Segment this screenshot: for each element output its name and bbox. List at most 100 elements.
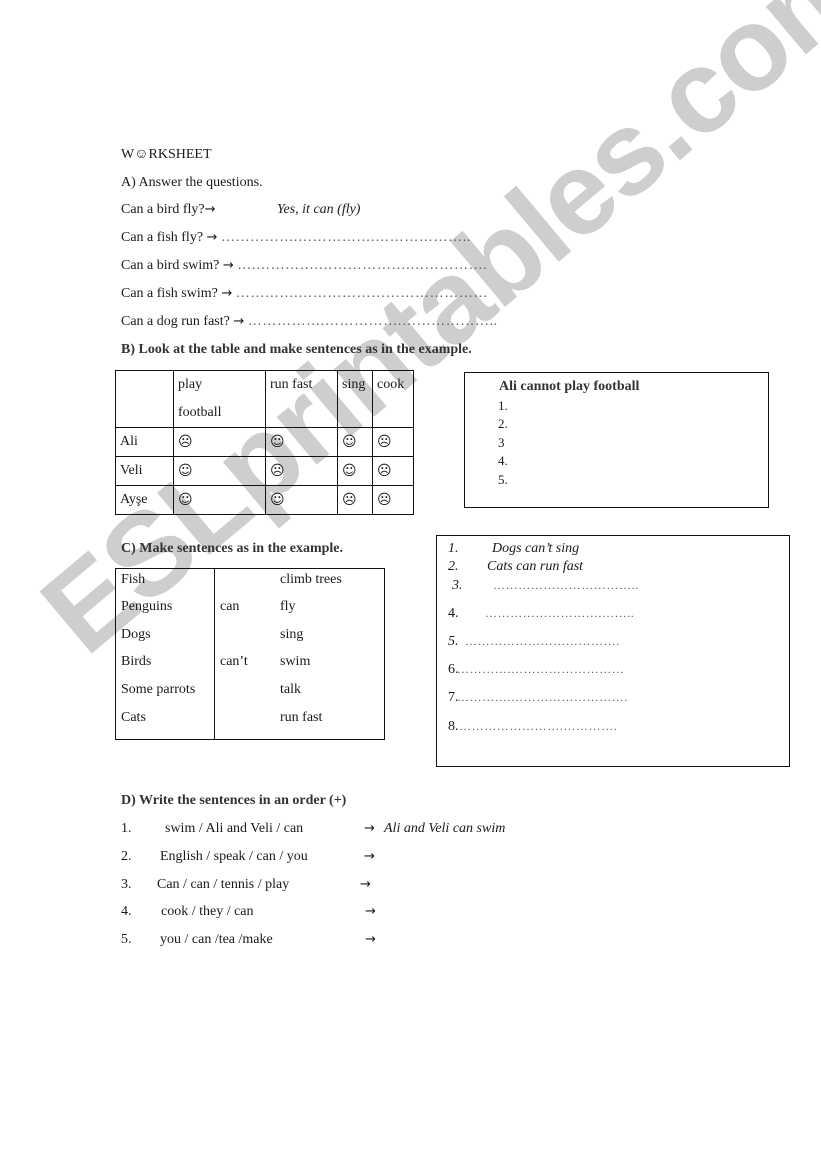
table-row: Veli ☺ ☹ ☺ ☹ — [115, 456, 414, 486]
answer-example: Cats can run fast — [487, 559, 584, 574]
sad-face-icon: ☹ — [372, 427, 414, 457]
section-a-heading: A) Answer the questions. — [121, 175, 263, 190]
table-header-cell — [115, 370, 174, 428]
answer-blank[interactable]: ……………………….…….. — [485, 607, 634, 619]
smiley-face-icon: ☺ — [337, 427, 373, 457]
question-text: Can a dog run fast? — [121, 314, 230, 329]
answer-blank[interactable]: …………………………….. — [493, 579, 639, 591]
example-sentence: Ali cannot play football — [499, 379, 640, 394]
arrow-icon: → — [364, 821, 375, 836]
arrow-icon: → — [365, 932, 376, 947]
subject-cell: Fish — [121, 572, 146, 587]
table-row: Ayşe ☺ ☺ ☹ ☹ — [115, 485, 414, 515]
arrow-icon: → — [360, 877, 371, 892]
table-header-cell: cook — [372, 370, 414, 428]
answer-example: Ali and Veli can swim — [384, 821, 506, 836]
arrow-icon: → — [221, 286, 233, 301]
answer-box-b[interactable]: Ali cannot play football 1. 2. 3 4. 5. — [464, 372, 769, 508]
sad-face-icon: ☹ — [337, 485, 373, 515]
answer-blank[interactable]: ………….……………………… — [457, 663, 624, 675]
answer-number: 2. — [448, 559, 459, 574]
question-row: Can a dog run fast? → …………….…………….………………… — [121, 315, 498, 329]
verb-cell: run fast — [280, 710, 323, 725]
modal-cell: can — [220, 599, 240, 614]
answer-example: Dogs can’t sing — [492, 541, 580, 556]
answer-number: 5. — [448, 634, 459, 649]
answer-field[interactable] — [380, 878, 680, 894]
answer-number: 8. — [448, 719, 459, 734]
question-row: Can a fish fly? → …………….…………….……………….. — [121, 231, 471, 245]
answer-blank[interactable]: …………………….…………. — [459, 720, 617, 732]
table-header-row: play football run fast sing cook — [115, 370, 414, 428]
item-number: 5. — [121, 932, 132, 947]
sentence-builder-table: Fish Penguins Dogs Birds Some parrots Ca… — [115, 568, 385, 740]
smiley-face-icon: ☺ — [173, 485, 266, 515]
verb-cell: sing — [280, 627, 304, 642]
item-number: 1. — [121, 821, 132, 836]
subject-cell: Penguins — [121, 599, 173, 614]
subject-cell: Birds — [121, 654, 152, 669]
header-line: football — [178, 405, 222, 420]
section-c-heading: C) Make sentences as in the example. — [121, 541, 344, 556]
question-text: Can a bird fly? — [121, 202, 205, 217]
subject-cell: Some parrots — [121, 682, 196, 697]
answer-line[interactable]: 4. — [498, 454, 508, 467]
arrow-icon: → — [206, 230, 218, 245]
table-header-cell: sing — [337, 370, 373, 428]
arrow-icon: → — [365, 904, 376, 919]
answer-line[interactable]: 1. — [498, 399, 508, 412]
sad-face-icon: ☹ — [265, 456, 338, 486]
answer-line[interactable]: 2. — [498, 417, 508, 430]
answer-field[interactable] — [384, 850, 684, 866]
arrow-icon: → — [233, 314, 245, 329]
section-b-heading: B) Look at the table and make sentences … — [121, 342, 472, 357]
scrambled-words: cook / they / can — [161, 904, 254, 919]
answer-blank[interactable]: ….………….……………….……………. — [237, 258, 487, 273]
header-line: play — [178, 377, 203, 392]
answer-blank[interactable]: ………….………………………………… — [236, 286, 488, 301]
scrambled-words: English / speak / can / you — [160, 849, 308, 864]
scrambled-words: swim / Ali and Veli / can — [165, 821, 304, 836]
answer-line[interactable]: 5. — [498, 473, 508, 486]
question-row: Can a fish swim? → ………….………………………………… — [121, 287, 488, 301]
smiley-face-icon: ☺ — [265, 485, 338, 515]
worksheet-title: W☺RKSHEET — [121, 147, 212, 162]
answer-field[interactable] — [385, 905, 685, 921]
table-row: Ali ☹ ☺ ☺ ☹ — [115, 427, 414, 457]
sad-face-icon: ☹ — [173, 427, 266, 457]
smiley-face-icon: ☺ — [173, 456, 266, 486]
answer-number: 3. — [452, 578, 463, 593]
answer-blank[interactable]: ………….………………………. — [457, 691, 628, 703]
sad-face-icon: ☹ — [372, 456, 414, 486]
question-row: Can a bird swim? → ….………….……………….……………. — [121, 259, 487, 273]
question-row: Can a bird fly?→ — [121, 203, 216, 217]
row-name: Veli — [115, 456, 174, 486]
table-header-cell: run fast — [265, 370, 338, 428]
answer-field[interactable] — [385, 933, 685, 949]
answer-blank[interactable]: …………….…………….……………….. — [221, 230, 471, 245]
answer-box-c[interactable]: 1. Dogs can’t sing 2. Cats can run fast … — [436, 535, 790, 767]
smiley-face-icon: ☺ — [265, 427, 338, 457]
scrambled-words: Can / can / tennis / play — [157, 877, 290, 892]
answer-blank[interactable]: …………….…………….……………….. — [248, 314, 498, 329]
verb-cell: talk — [280, 682, 301, 697]
row-name: Ali — [115, 427, 174, 457]
item-number: 4. — [121, 904, 132, 919]
row-name: Ayşe — [115, 485, 174, 515]
modal-cell: can’t — [220, 654, 248, 669]
verb-cell: climb trees — [280, 572, 342, 587]
sad-face-icon: ☹ — [372, 485, 414, 515]
item-number: 2. — [121, 849, 132, 864]
question-text: Can a fish fly? — [121, 230, 204, 245]
scrambled-words: you / can /tea /make — [160, 932, 273, 947]
question-text: Can a bird swim? — [121, 258, 220, 273]
answer-line[interactable]: 3 — [498, 436, 505, 449]
answer-number: 1. — [448, 541, 459, 556]
smiley-face-icon: ☺ — [337, 456, 373, 486]
column-divider — [214, 569, 215, 739]
subject-cell: Cats — [121, 710, 146, 725]
arrow-icon: → — [204, 202, 216, 217]
verb-cell: fly — [280, 599, 296, 614]
answer-blank[interactable]: ………………………………. — [465, 635, 620, 647]
answer-number: 4. — [448, 606, 459, 621]
